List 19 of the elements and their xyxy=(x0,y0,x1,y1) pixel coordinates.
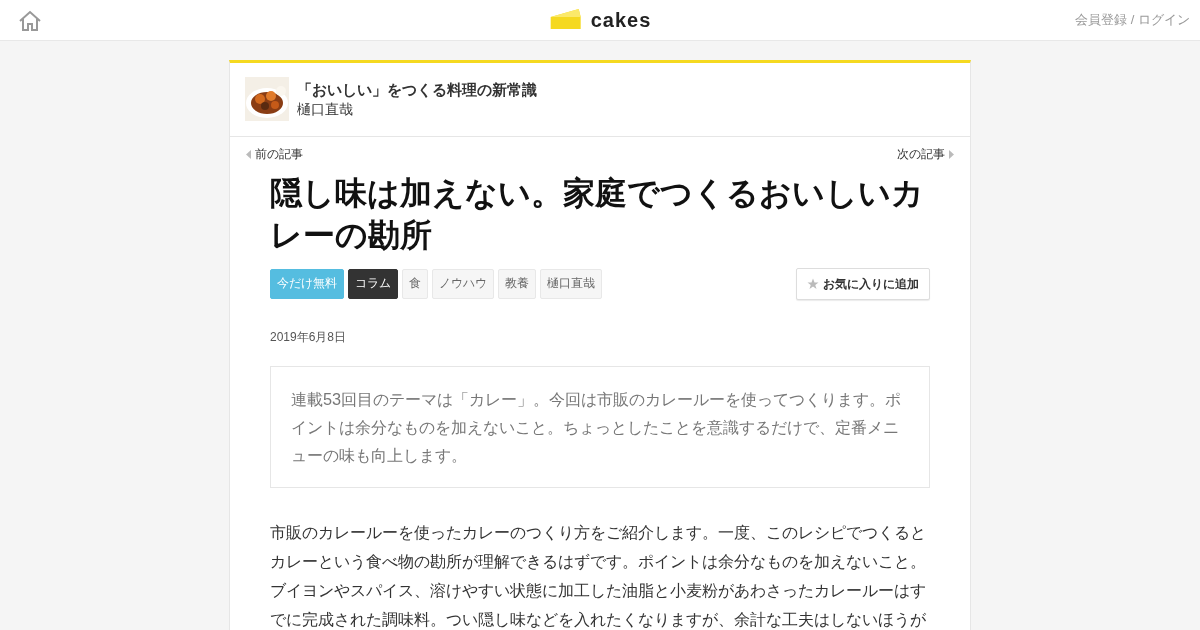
tag-link[interactable]: コラム xyxy=(348,269,398,299)
tag-link[interactable]: 樋口直哉 xyxy=(540,269,602,299)
star-icon xyxy=(807,278,819,291)
add-favorite-button[interactable]: お気に入りに追加 xyxy=(796,268,930,301)
tag-link[interactable]: 教養 xyxy=(498,269,536,299)
article-body: 市販のカレールーを使ったカレーのつくり方をご紹介します。一度、このレシピでつくるとカレーという食べ物の勘所が理解できるはずです。ポイントは余分なものを加えないこと。ブイヨンやスパイス、溶けやすい状態に加工した油脂と小麦粉があわさったカレールーはすでに完成された調味料。つい隠し味などを入れたくなりますが、余計な工夫はしないほうが xyxy=(270,522,927,630)
publish-date: 2019年6月8日 xyxy=(270,329,348,347)
tag-link[interactable]: ノウハウ xyxy=(432,269,494,299)
article-summary: 連載53回目のテーマは「カレー」。今回は市販のカレールーを使ってつくります。ポイントは余分なものを加えないこと。ちょっとしたことを意識するだけで、定番メニューの味も向上します。 xyxy=(270,366,930,489)
article-title: 隠し味は加えない。家庭でつくるおいしいカレーの勘所 xyxy=(270,174,925,255)
series-title[interactable]: 「おいしい」をつくる料理の新常識 xyxy=(297,80,537,100)
tag-link[interactable]: 食 xyxy=(402,269,428,299)
left-arrow-icon xyxy=(246,149,251,159)
next-article-link[interactable]: 次の記事 xyxy=(897,145,954,163)
previous-article-link[interactable]: 前の記事 xyxy=(246,145,303,163)
author-name: 樋口直哉 xyxy=(297,99,354,118)
site-logo[interactable]: cakes xyxy=(548,5,652,35)
home-icon[interactable] xyxy=(18,8,42,32)
right-arrow-icon xyxy=(949,149,954,159)
